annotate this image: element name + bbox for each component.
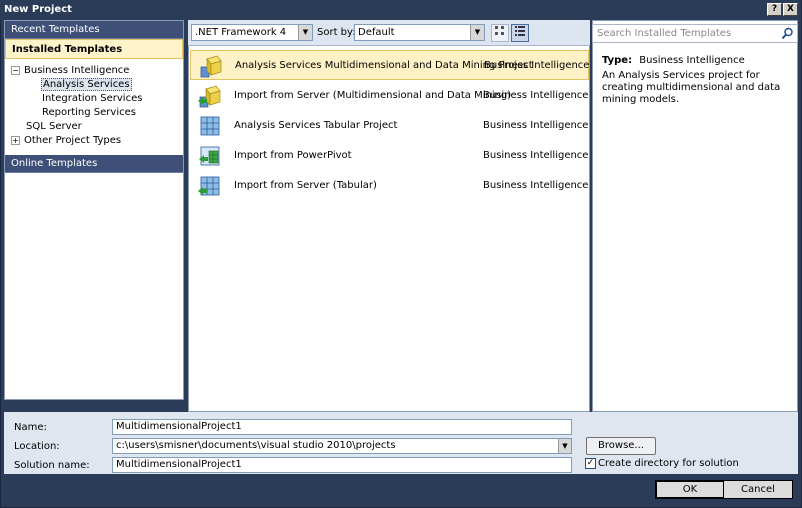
tree-item-sql-server[interactable]: SQL Server <box>26 120 82 134</box>
tree-item-analysis-services[interactable]: Analysis Services <box>41 78 132 92</box>
help-button[interactable]: ? <box>767 3 782 16</box>
search-icon[interactable] <box>781 27 794 40</box>
powerpivot-icon <box>199 146 220 166</box>
chevron-down-icon[interactable]: ▼ <box>298 25 312 40</box>
tree-item-label: Other Project Types <box>24 135 122 146</box>
cancel-button[interactable]: Cancel <box>723 480 793 499</box>
grid-view-icon <box>495 26 504 35</box>
location-value: c:\users\smisner\documents\visual studio… <box>116 440 396 451</box>
tree-item-label: Analysis Services <box>41 78 132 91</box>
template-type: Business Intelligence <box>484 60 590 71</box>
tree-item-label: SQL Server <box>26 121 82 132</box>
create-directory-label: Create directory for solution <box>598 458 739 469</box>
create-directory-checkbox[interactable]: ✓ <box>585 458 596 469</box>
type-value: Business Intelligence <box>639 55 745 66</box>
template-type: Business Intelligence <box>483 180 589 191</box>
dialog-title: New Project <box>4 4 72 15</box>
type-label: Type: <box>602 55 633 66</box>
name-field[interactable]: MultidimensionalProject1 <box>112 419 572 435</box>
tree-item-label: Reporting Services <box>42 107 136 118</box>
import-cube-icon <box>198 85 221 108</box>
template-row[interactable]: Import from Server (Tabular) Business In… <box>190 171 589 201</box>
location-field[interactable]: c:\users\smisner\documents\visual studio… <box>112 438 572 454</box>
expand-icon[interactable]: + <box>11 135 20 145</box>
search-input[interactable]: Search Installed Templates <box>592 24 798 43</box>
ok-button[interactable]: OK <box>655 480 725 499</box>
template-type: Business Intelligence <box>483 90 589 101</box>
solution-name-field[interactable]: MultidimensionalProject1 <box>112 457 572 473</box>
search-placeholder: Search Installed Templates <box>597 28 732 39</box>
sort-by-value: Default <box>358 27 395 38</box>
sort-by-select[interactable]: Default ▼ <box>354 24 485 41</box>
name-label: Name: <box>14 422 47 433</box>
online-templates-header[interactable]: Online Templates <box>5 155 183 173</box>
template-tree: − Business Intelligence Analysis Services… <box>5 59 183 146</box>
collapse-icon[interactable]: − <box>11 65 20 75</box>
template-name: Import from Server (Multidimensional and… <box>234 90 512 101</box>
template-description: An Analysis Services project for creatin… <box>602 70 781 105</box>
tree-item-integration-services[interactable]: Integration Services <box>42 92 142 106</box>
list-view-icon <box>515 26 525 36</box>
installed-templates-header[interactable]: Installed Templates <box>5 39 183 59</box>
browse-button[interactable]: Browse... <box>586 437 656 455</box>
template-name: Analysis Services Tabular Project <box>234 120 398 131</box>
title-bar: New Project ? X <box>0 0 800 20</box>
tabular-model-icon <box>200 116 220 136</box>
template-row[interactable]: Analysis Services Multidimensional and D… <box>190 50 589 80</box>
template-categories-pane: Recent Templates Installed Templates − Bu… <box>4 20 184 400</box>
details-view-button[interactable] <box>511 24 529 42</box>
tree-item-label: Business Intelligence <box>24 65 130 76</box>
import-tabular-icon <box>198 176 220 196</box>
chevron-down-icon[interactable]: ▼ <box>558 439 571 453</box>
small-icons-view-button[interactable] <box>491 24 509 42</box>
tree-item-label: Integration Services <box>42 93 143 104</box>
template-row[interactable]: Analysis Services Tabular Project Busine… <box>190 111 589 141</box>
template-row[interactable]: Import from Server (Multidimensional and… <box>190 81 589 111</box>
template-name: Import from Server (Tabular) <box>234 180 377 191</box>
tree-item-reporting-services[interactable]: Reporting Services <box>42 106 136 120</box>
template-name: Import from PowerPivot <box>234 150 352 161</box>
template-type-info: Type: Business Intelligence <box>602 55 745 66</box>
recent-templates-header[interactable]: Recent Templates <box>5 21 183 39</box>
template-type: Business Intelligence <box>483 120 589 131</box>
multidimensional-cube-icon <box>200 55 222 78</box>
template-type: Business Intelligence <box>483 150 589 161</box>
framework-value: .NET Framework 4 <box>195 27 287 38</box>
tree-item-business-intelligence[interactable]: − Business Intelligence <box>11 64 129 78</box>
location-label: Location: <box>14 441 60 452</box>
framework-select[interactable]: .NET Framework 4 ▼ <box>191 24 313 41</box>
chevron-down-icon[interactable]: ▼ <box>470 25 484 40</box>
tree-item-other-project-types[interactable]: + Other Project Types <box>11 134 121 148</box>
template-row[interactable]: Import from PowerPivot Business Intellig… <box>190 141 589 171</box>
sort-by-label: Sort by: <box>317 27 356 38</box>
solution-name-label: Solution name: <box>14 460 90 471</box>
close-button[interactable]: X <box>783 3 798 16</box>
